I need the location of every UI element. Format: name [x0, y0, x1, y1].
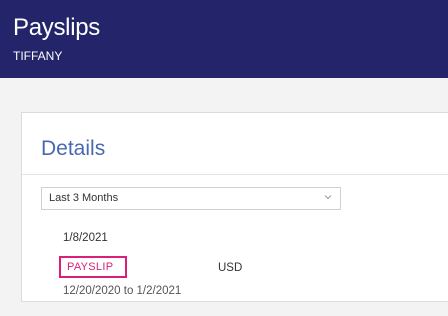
payslip-currency: USD — [218, 262, 243, 274]
period-filter-dropdown[interactable]: Last 3 Months — [41, 187, 341, 210]
employee-name: TIFFANY — [13, 49, 63, 63]
payslip-link-label: PAYSLIP — [67, 261, 114, 273]
details-heading: Details — [41, 137, 106, 160]
payslip-period: 12/20/2020 to 1/2/2021 — [63, 285, 182, 297]
details-card: Details Last 3 Months 1/8/2021 PAYSLIP U… — [21, 112, 448, 302]
app-header: Payslips TIFFANY — [0, 0, 448, 78]
period-filter-value: Last 3 Months — [49, 192, 119, 204]
divider — [22, 174, 448, 175]
chevron-down-icon — [324, 195, 332, 200]
payslip-date: 1/8/2021 — [63, 232, 108, 244]
page-title: Payslips — [13, 14, 100, 41]
payslip-link[interactable]: PAYSLIP — [59, 256, 127, 278]
